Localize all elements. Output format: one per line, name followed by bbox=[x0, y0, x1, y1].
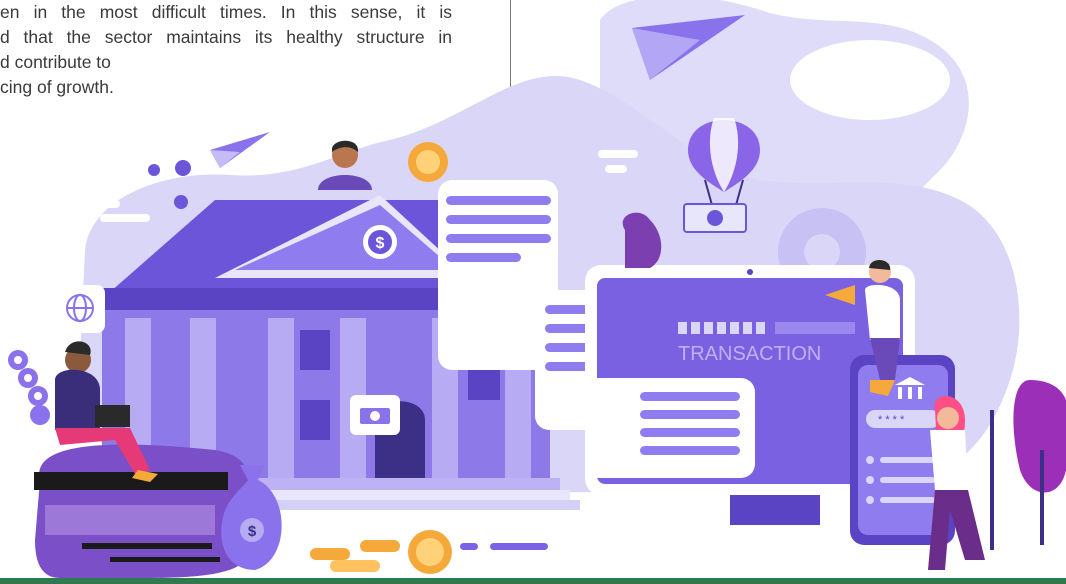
globe-icon bbox=[55, 285, 105, 333]
dollar-coin-icon bbox=[408, 142, 448, 182]
pin-field: * * * * bbox=[878, 414, 905, 426]
svg-text:$: $ bbox=[248, 523, 257, 540]
chain-links bbox=[8, 350, 50, 425]
svg-text:$: $ bbox=[376, 235, 385, 252]
fintech-banking-illustration: $ $ TRANSACTION * * * * bbox=[8, 0, 1066, 578]
dollar-bill-icon bbox=[350, 395, 400, 435]
document-scroll bbox=[585, 378, 755, 478]
monitor-label: TRANSACTION bbox=[678, 343, 821, 365]
coin-stack bbox=[310, 530, 452, 574]
tree-right bbox=[990, 380, 1066, 550]
bottom-accent-bar bbox=[0, 578, 1066, 584]
paper-plane-icon bbox=[210, 132, 270, 168]
